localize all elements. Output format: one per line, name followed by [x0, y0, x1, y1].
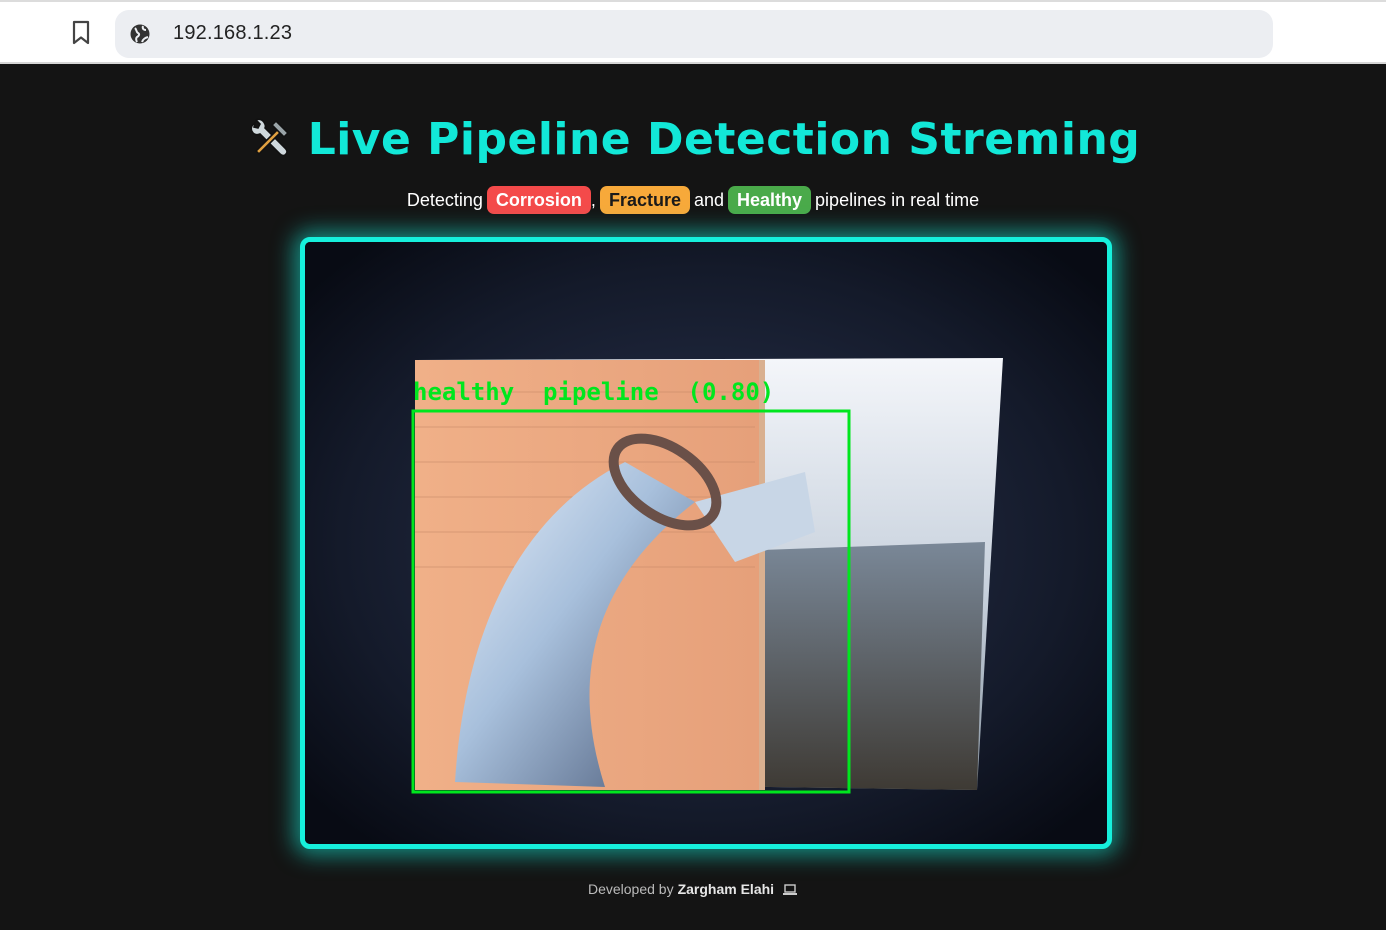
- detection-label: healthy pipeline (0.80): [413, 378, 774, 406]
- healthy-badge: Healthy: [728, 186, 812, 214]
- footer-prefix: Developed by: [587, 881, 674, 897]
- laptop-icon: [782, 883, 798, 895]
- subtitle: Detecting Corrosion , Fracture and Healt…: [0, 186, 1386, 214]
- subtitle-comma: ,: [590, 189, 596, 210]
- subtitle-and: and: [693, 189, 725, 210]
- address-bar[interactable]: 192.168.1.23: [115, 10, 1273, 58]
- footer-author: Zargham Elahi: [677, 881, 775, 897]
- page-title: Live Pipeline Detection Streming: [307, 114, 1141, 165]
- subtitle-suffix: pipelines in real time: [815, 189, 980, 210]
- subtitle-prefix: Detecting: [406, 189, 483, 210]
- url-text[interactable]: 192.168.1.23: [173, 22, 292, 45]
- page-body: Live Pipeline Detection Streming Detecti…: [0, 64, 1386, 930]
- page-header: Live Pipeline Detection Streming: [0, 114, 1386, 165]
- bookmark-icon[interactable]: [68, 19, 94, 47]
- browser-toolbar: 192.168.1.23: [0, 0, 1386, 64]
- camera-stream-image: healthy pipeline (0.80): [305, 242, 1107, 844]
- hammer-wrench-icon: [246, 117, 292, 163]
- footer: Developed by Zargham Elahi: [0, 881, 1386, 897]
- corrosion-badge: Corrosion: [486, 186, 591, 214]
- fracture-badge: Fracture: [599, 186, 690, 214]
- globe-icon[interactable]: [129, 23, 151, 45]
- video-stream-frame: healthy pipeline (0.80): [300, 237, 1112, 849]
